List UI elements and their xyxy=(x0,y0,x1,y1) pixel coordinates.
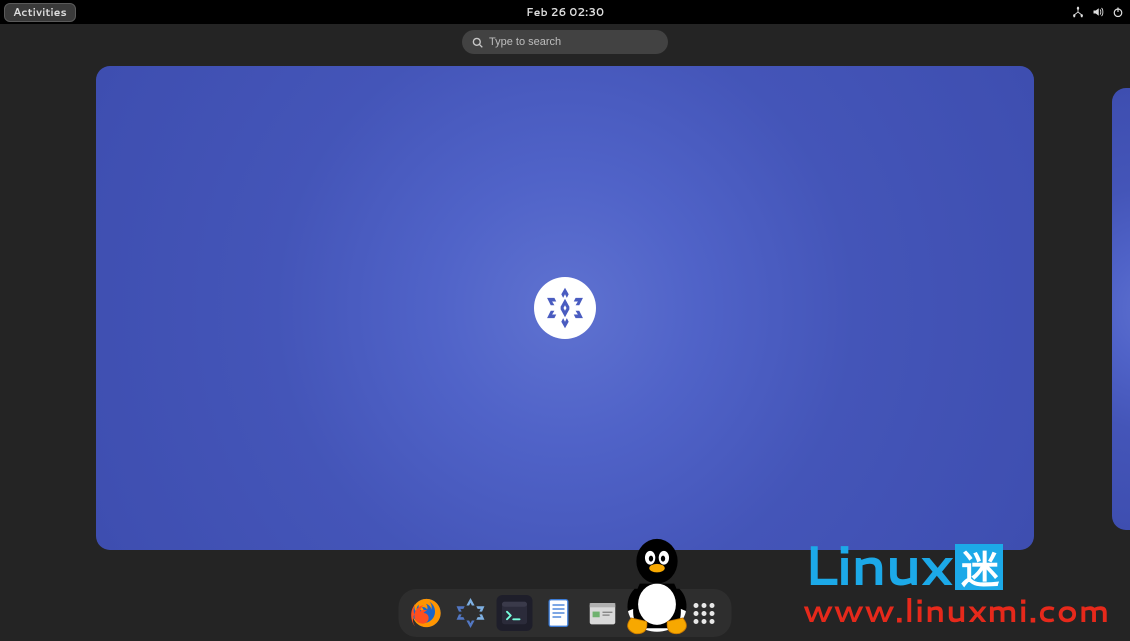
dock-item-terminal[interactable] xyxy=(497,595,533,631)
clock[interactable]: Feb 26 02:30 xyxy=(526,4,604,20)
terminal-icon xyxy=(500,598,530,628)
dock-item-text-editor[interactable] xyxy=(541,595,577,631)
show-applications-button[interactable] xyxy=(686,595,722,631)
firefox-icon xyxy=(410,596,444,630)
dock-item-help[interactable] xyxy=(629,595,665,631)
watermark: Linux 迷 www.linuxmi.com xyxy=(803,540,1110,633)
search-bar[interactable] xyxy=(462,30,668,54)
help-icon xyxy=(631,597,663,629)
dock-item-files[interactable] xyxy=(585,595,621,631)
workspace-secondary[interactable] xyxy=(1112,88,1130,530)
watermark-cjk: 迷 xyxy=(955,544,1003,590)
apps-grid-icon xyxy=(693,603,714,624)
top-bar: Activities Feb 26 02:30 xyxy=(0,0,1130,24)
network-icon[interactable] xyxy=(1072,6,1084,18)
dock-item-nixos[interactable] xyxy=(453,595,489,631)
workspace-main[interactable] xyxy=(96,66,1034,550)
system-tray[interactable] xyxy=(1072,6,1124,18)
nixos-snowflake-icon xyxy=(542,285,588,331)
desktop-logo xyxy=(534,277,596,339)
text-editor-icon xyxy=(543,597,575,629)
dock-item-firefox[interactable] xyxy=(409,595,445,631)
search-input[interactable] xyxy=(489,36,658,48)
search-icon xyxy=(472,31,483,54)
power-icon[interactable] xyxy=(1112,6,1124,18)
dock xyxy=(399,589,732,637)
volume-icon[interactable] xyxy=(1092,6,1104,18)
dock-separator xyxy=(675,597,676,629)
nixos-icon xyxy=(454,596,488,630)
watermark-url: www.linuxmi.com xyxy=(803,588,1110,633)
files-icon xyxy=(586,596,620,630)
activities-button[interactable]: Activities xyxy=(4,3,76,22)
